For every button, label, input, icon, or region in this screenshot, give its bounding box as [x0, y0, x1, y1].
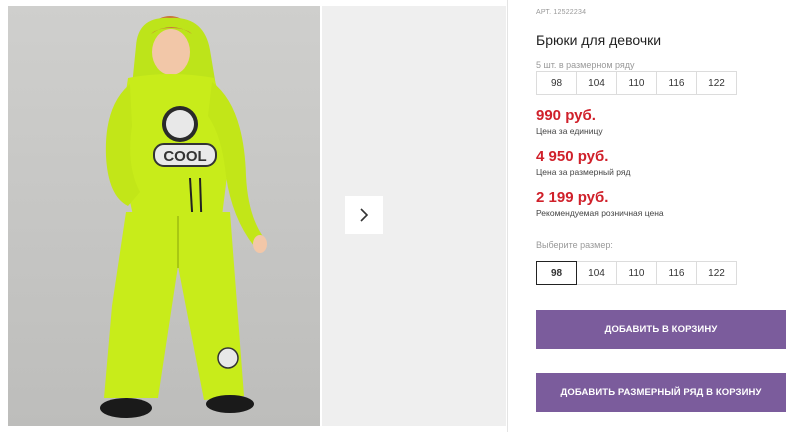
pack-sizes-row: 98 104 110 116 122 [536, 71, 737, 95]
add-to-cart-button[interactable]: ДОБАВИТЬ В КОРЗИНУ [536, 310, 786, 349]
size-option-104[interactable]: 104 [576, 261, 617, 285]
size-option-116[interactable]: 116 [656, 261, 697, 285]
unit-price-caption: Цена за единицу [536, 126, 603, 136]
retail-price-caption: Рекомендуемая розничная цена [536, 208, 664, 218]
svg-text:COOL: COOL [163, 148, 206, 165]
pack-price: 4 950 руб. [536, 148, 609, 165]
product-photo-illustration: COOL [8, 6, 320, 426]
product-gallery: COOL [0, 0, 508, 432]
chevron-right-icon [360, 208, 369, 222]
choose-size-label: Выберите размер: [536, 240, 613, 250]
pack-size-cell: 116 [656, 71, 697, 95]
pack-size-cell: 98 [536, 71, 577, 95]
product-sku: АРТ. 12522234 [536, 9, 587, 16]
pack-price-caption: Цена за размерный ряд [536, 167, 631, 177]
size-option-122[interactable]: 122 [696, 261, 737, 285]
pack-size-cell: 122 [696, 71, 737, 95]
product-info-panel: АРТ. 12522234 Брюки для девочки 5 шт. в … [536, 0, 800, 432]
size-option-110[interactable]: 110 [616, 261, 657, 285]
add-size-pack-to-cart-button[interactable]: ДОБАВИТЬ РАЗМЕРНЫЙ РЯД В КОРЗИНУ [536, 373, 786, 412]
pack-size-info: 5 шт. в размерном ряду [536, 60, 635, 70]
pack-size-cell: 104 [576, 71, 617, 95]
product-title: Брюки для девочки [536, 32, 662, 48]
next-image-button[interactable] [345, 196, 383, 234]
product-main-photo[interactable]: COOL [8, 6, 320, 426]
retail-price: 2 199 руб. [536, 189, 609, 206]
size-option-98[interactable]: 98 [536, 261, 577, 285]
size-selector: 98 104 110 116 122 [536, 261, 737, 285]
pack-size-cell: 110 [616, 71, 657, 95]
unit-price: 990 руб. [536, 107, 596, 124]
